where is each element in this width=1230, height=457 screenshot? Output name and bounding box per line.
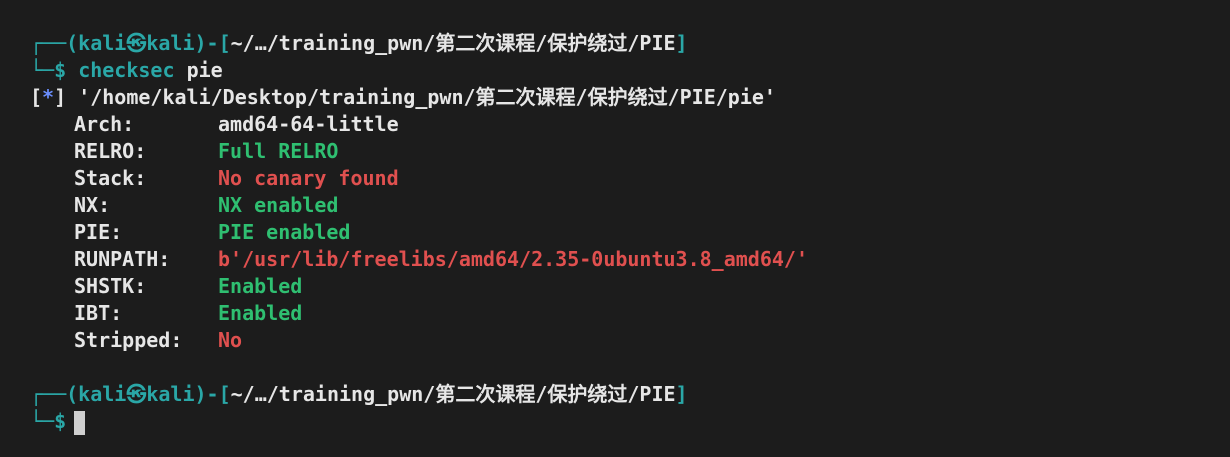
prompt-header-line: ┌──(kali㉿kali)-[~/…/training_pwn/第二次课程/保… (30, 381, 1230, 408)
row-key: Arch: (74, 112, 135, 136)
prompt-frame-bottom: └─ (30, 409, 55, 433)
row-key: Stripped: (74, 328, 183, 352)
row-key: Stack: (74, 166, 147, 190)
checksec-row-ibt: IBT: Enabled (30, 300, 1230, 327)
output-file-line: [*] '/home/kali/Desktop/training_pwn/第二次… (30, 84, 1230, 111)
checksec-row-shstk: SHSTK: Enabled (30, 273, 1230, 300)
checksec-row-nx: NX: NX enabled (30, 192, 1230, 219)
active-command-line[interactable]: └─$ (30, 408, 1230, 435)
prompt-path: ~/…/training_pwn/第二次课程/保护绕过/PIE (230, 382, 676, 406)
terminal-window[interactable]: ┌──(kali㉿kali)-[~/…/training_pwn/第二次课程/保… (0, 0, 1230, 435)
row-value: Full RELRO (218, 139, 339, 163)
kali-logo-icon: ㉿ (126, 31, 147, 55)
row-key: IBT: (74, 301, 123, 325)
prompt-frame-end: ] (675, 31, 688, 55)
info-marker-icon: * (42, 85, 55, 109)
prompt-host: kali (146, 31, 195, 55)
row-key: SHSTK: (74, 274, 147, 298)
row-value: Enabled (218, 301, 303, 325)
row-key: PIE: (74, 220, 123, 244)
checksec-row-stripped: Stripped: No (30, 327, 1230, 354)
text-cursor[interactable] (74, 410, 86, 435)
marker-open: [ (30, 85, 43, 109)
row-value: b'/usr/lib/freelibs/amd64/2.35-0ubuntu3.… (218, 247, 809, 271)
prompt-path: ~/…/training_pwn/第二次课程/保护绕过/PIE (230, 31, 676, 55)
checksec-row-pie: PIE: PIE enabled (30, 219, 1230, 246)
row-key: RUNPATH: (74, 247, 171, 271)
prompt-frame-end: ] (675, 382, 688, 406)
checksec-row-stack: Stack: No canary found (30, 165, 1230, 192)
row-value: No canary found (218, 166, 399, 190)
prompt-symbol: $ (54, 58, 67, 82)
command-line: └─$ checksec pie (30, 57, 1230, 84)
row-value: amd64-64-little (218, 112, 399, 136)
prompt-frame-mid: )-[ (194, 382, 231, 406)
row-value: NX enabled (218, 193, 339, 217)
checksec-row-arch: Arch: amd64-64-little (30, 111, 1230, 138)
prompt-frame-mid: )-[ (194, 31, 231, 55)
prompt-host: kali (146, 382, 195, 406)
kali-logo-icon: ㉿ (126, 382, 147, 406)
marker-close: ] (54, 85, 67, 109)
prompt-symbol: $ (54, 409, 67, 433)
row-value: No (218, 328, 243, 352)
prompt-header-line: ┌──(kali㉿kali)-[~/…/training_pwn/第二次课程/保… (30, 30, 1230, 57)
prompt-user: kali (78, 382, 127, 406)
prompt-frame-top: ┌──( (30, 382, 79, 406)
row-key: RELRO: (74, 139, 147, 163)
row-key: NX: (74, 193, 111, 217)
output-file-path: '/home/kali/Desktop/training_pwn/第二次课程/保… (78, 85, 776, 109)
command-arg: pie (186, 58, 223, 82)
checksec-row-runpath: RUNPATH: b'/usr/lib/freelibs/amd64/2.35-0… (30, 246, 1230, 273)
command-name: checksec (78, 58, 175, 82)
prompt-frame-top: ┌──( (30, 31, 79, 55)
row-value: PIE enabled (218, 220, 351, 244)
row-value: Enabled (218, 274, 303, 298)
prompt-user: kali (78, 31, 127, 55)
prompt-frame-bottom: └─ (30, 58, 55, 82)
checksec-row-relro: RELRO: Full RELRO (30, 138, 1230, 165)
